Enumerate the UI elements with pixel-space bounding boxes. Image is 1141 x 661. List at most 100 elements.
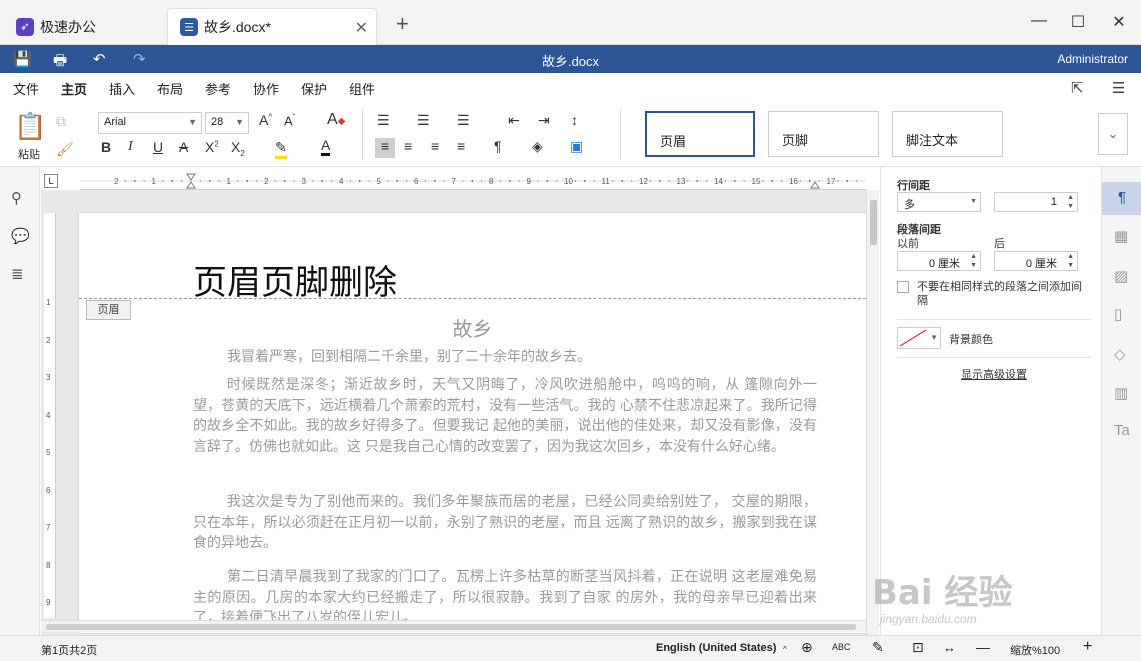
document-title-text[interactable]: 故乡 <box>79 313 866 342</box>
line-spacing-mode-select[interactable]: 多 ▼ <box>897 192 981 212</box>
fit-page-icon[interactable]: ⊡ <box>912 639 924 656</box>
chart-settings-icon[interactable]: ▥ <box>1114 384 1128 402</box>
spacing-after-input[interactable]: 0 厘米 ▲ ▼ <box>994 251 1078 271</box>
decrease-indent-icon[interactable]: ⇤ <box>508 112 520 129</box>
bullet-list-icon[interactable]: ☰ <box>377 112 390 129</box>
document-area[interactable]: 页眉页脚删除 页眉 故乡 我冒着严寒，回到相隔二千余里，别了二十余年的故乡去。 … <box>41 190 879 635</box>
zoom-out-button[interactable]: — <box>976 639 990 655</box>
document-page[interactable]: 页眉页脚删除 页眉 故乡 我冒着严寒，回到相隔二千余里，别了二十余年的故乡去。 … <box>79 213 866 633</box>
font-name-select[interactable]: Arial ▼ <box>98 112 202 134</box>
scroll-thumb[interactable] <box>46 624 856 630</box>
tab-home[interactable]: ➶ 极速办公 <box>4 8 162 45</box>
superscript-icon[interactable]: X2 <box>205 139 219 155</box>
new-tab-button[interactable]: + <box>396 11 409 37</box>
paragraph[interactable]: 第二日清早晨我到了我家的门口了。瓦楞上许多枯草的断茎当风抖着，正在说明 这老屋难… <box>193 566 817 628</box>
menu-protect[interactable]: 保护 <box>301 79 327 98</box>
paste-icon[interactable]: 📋 <box>14 111 46 142</box>
numbered-list-icon[interactable]: ☰ <box>417 112 430 129</box>
spacing-before-input[interactable]: 0 厘米 ▲ ▼ <box>897 251 981 271</box>
hamburger-menu-icon[interactable]: ☰ <box>1112 79 1125 97</box>
paragraph[interactable]: 时候既然是深冬；渐近故乡时，天气又阴晦了，冷风吹进船舱中，呜呜的响，从 篷隙向外… <box>193 374 817 456</box>
subscript-icon[interactable]: X2 <box>231 139 245 158</box>
ruler-tick <box>387 180 389 182</box>
background-color-picker[interactable]: ▼ <box>897 327 941 349</box>
comment-icon[interactable]: 💬 <box>11 227 30 245</box>
ruler-tick <box>593 180 595 182</box>
highlight-icon[interactable]: ✎ <box>275 139 287 159</box>
image-settings-icon[interactable]: ▨ <box>1114 267 1128 285</box>
font-size-select[interactable]: 28 ▼ <box>205 112 249 134</box>
zoom-level[interactable]: 缩放%100 <box>1010 642 1060 658</box>
shape-settings-icon[interactable]: ◇ <box>1114 345 1126 363</box>
borders-icon[interactable]: ▣ <box>570 138 583 155</box>
maximize-button[interactable]: ☐ <box>1068 12 1088 32</box>
tab-stop-selector[interactable]: L <box>44 174 58 188</box>
spinner-icon[interactable]: ▲ ▼ <box>1067 193 1074 211</box>
menu-insert[interactable]: 插入 <box>109 79 135 98</box>
paragraph[interactable]: 我这次是专为了别他而来的。我们多年聚族而居的老屋，已经公同卖给别姓了， 交屋的期… <box>193 491 817 553</box>
spinner-icon[interactable]: ▲ ▼ <box>1067 252 1074 270</box>
format-painter-icon[interactable]: 🖌 <box>56 141 74 158</box>
menu-layout[interactable]: 布局 <box>157 79 183 98</box>
align-right-icon[interactable]: ≡ <box>431 138 439 154</box>
fit-width-icon[interactable]: ↔ <box>943 640 956 655</box>
vertical-ruler[interactable]: 1 2 3 4 5 6 7 8 9 <box>44 213 56 618</box>
underline-icon[interactable]: U <box>153 139 163 155</box>
search-icon[interactable]: ⚲ <box>11 189 22 207</box>
align-center-icon[interactable]: ≡ <box>404 138 412 154</box>
horizontal-ruler[interactable]: 2 1 1 2 3 4 5 6 7 8 9 10 11 12 13 14 15 16 17 <box>80 172 866 190</box>
paste-label[interactable]: 粘贴 <box>18 146 40 162</box>
header-text[interactable]: 页眉页脚删除 <box>193 255 397 304</box>
bold-icon[interactable]: B <box>101 139 111 155</box>
paragraph[interactable]: 我冒着严寒，回到相隔二千余里，别了二十余年的故乡去。 <box>193 346 817 367</box>
menu-file[interactable]: 文件 <box>13 79 39 98</box>
line-spacing-input[interactable]: 1 ▲ ▼ <box>994 192 1078 212</box>
paragraph-settings-icon[interactable]: ¶ <box>1102 182 1141 215</box>
page-info[interactable]: 第1页共2页 <box>41 642 97 658</box>
spellcheck-icon[interactable]: ABC <box>832 642 851 652</box>
background-color-label: 背景颜色 <box>949 334 993 346</box>
strikethrough-icon[interactable]: A <box>179 139 188 155</box>
copy-icon[interactable]: ⧉ <box>56 113 66 130</box>
navigation-icon[interactable]: ≣ <box>11 265 24 283</box>
track-changes-icon[interactable]: ✎ <box>872 639 884 656</box>
advanced-settings-link[interactable]: 显示高级设置 <box>961 366 1027 382</box>
justify-icon[interactable]: ≡ <box>457 138 465 154</box>
open-location-icon[interactable]: ⇱ <box>1071 79 1084 97</box>
tab-document[interactable]: ☰ 故乡.docx* ✕ <box>167 8 377 45</box>
clear-format-icon[interactable]: A◆ <box>327 111 345 129</box>
align-left-icon[interactable]: ≡ <box>375 138 395 158</box>
decrease-font-icon[interactable]: Aˇ <box>284 113 295 128</box>
header-footer-settings-icon[interactable]: ▯ <box>1114 305 1122 323</box>
increase-font-icon[interactable]: A^ <box>259 112 272 128</box>
zoom-in-button[interactable]: + <box>1083 638 1092 656</box>
paragraph-mark-icon[interactable]: ¶ <box>494 138 502 154</box>
close-window-button[interactable]: ✕ <box>1109 12 1129 32</box>
text-art-settings-icon[interactable]: Ta <box>1114 422 1130 439</box>
spacing-before-value: 0 厘米 <box>928 258 960 270</box>
language-selector[interactable]: English (United States) <box>656 642 776 654</box>
menu-references[interactable]: 参考 <box>205 79 231 98</box>
scroll-thumb[interactable] <box>870 200 877 245</box>
close-tab-icon[interactable]: ✕ <box>355 18 368 38</box>
increase-indent-icon[interactable]: ⇥ <box>538 112 550 129</box>
menu-home[interactable]: 主页 <box>61 79 88 103</box>
italic-icon[interactable]: I <box>128 139 133 155</box>
minimize-button[interactable]: — <box>1029 12 1049 30</box>
multilevel-list-icon[interactable]: ☰ <box>457 112 470 129</box>
menu-collaborate[interactable]: 协作 <box>253 79 279 98</box>
style-footer[interactable]: 页脚 <box>768 111 879 157</box>
horizontal-scrollbar[interactable] <box>41 620 866 632</box>
user-name[interactable]: Administrator <box>1057 52 1128 66</box>
shading-icon[interactable]: ◈ <box>532 138 543 155</box>
globe-icon[interactable]: ⊕ <box>801 639 813 656</box>
style-header[interactable]: 页眉 <box>645 111 755 157</box>
line-spacing-icon[interactable]: ↕ <box>571 112 578 128</box>
font-color-icon[interactable]: A <box>321 137 331 156</box>
no-spacing-checkbox[interactable] <box>897 281 909 293</box>
menu-plugins[interactable]: 组件 <box>349 79 375 98</box>
spinner-icon[interactable]: ▲ ▼ <box>970 252 977 270</box>
styles-expand-button[interactable]: ⌄ <box>1098 113 1128 155</box>
table-settings-icon[interactable]: ▦ <box>1114 227 1128 245</box>
style-footnote[interactable]: 脚注文本 <box>892 111 1003 157</box>
